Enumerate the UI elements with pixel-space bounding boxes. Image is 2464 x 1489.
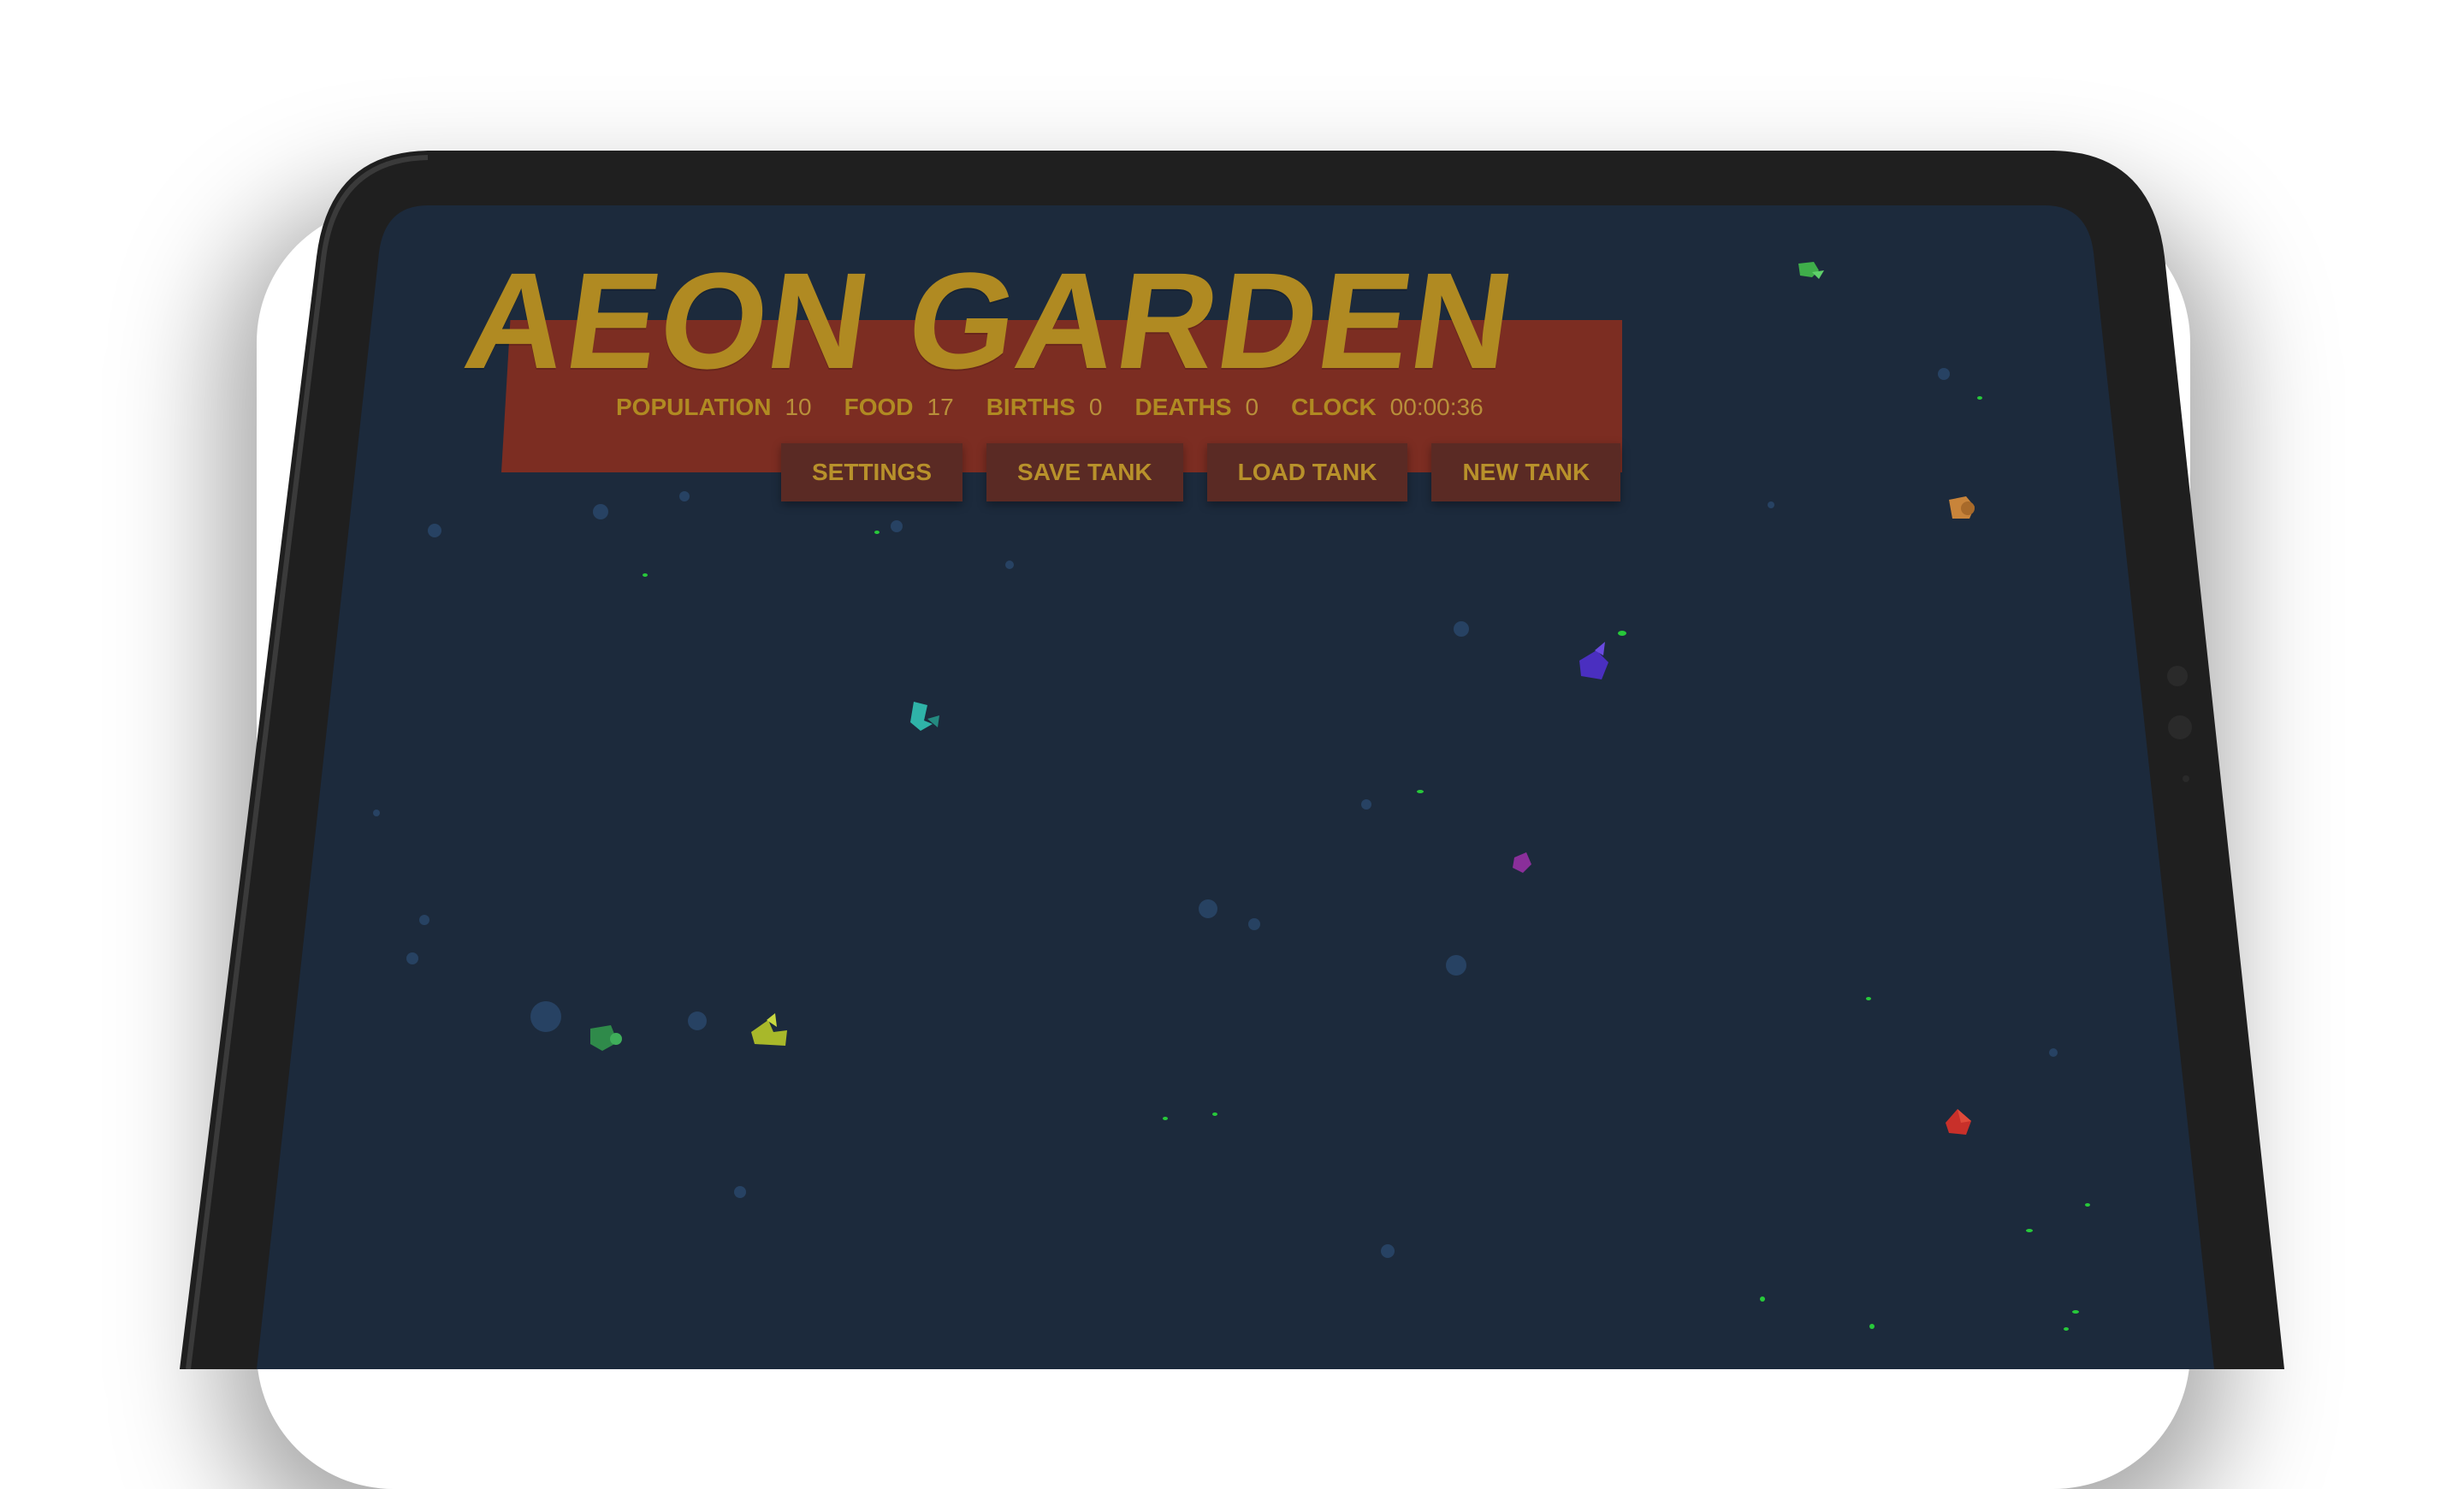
creature[interactable] <box>590 1025 622 1051</box>
tank-screen[interactable]: AEON GARDEN POPULATION 10 FOOD 17 BIRTHS… <box>0 0 2464 1369</box>
food-pellet <box>2072 1310 2079 1314</box>
stat-value: 00:00:36 <box>1389 394 1484 420</box>
food-pellets <box>643 396 2090 1331</box>
stat-value: 0 <box>1245 394 1259 420</box>
bubble <box>1381 1244 1395 1258</box>
bubble <box>406 952 418 964</box>
food-pellet <box>1417 790 1424 793</box>
settings-button[interactable]: SETTINGS <box>781 443 963 501</box>
main-menu: SETTINGS SAVE TANK LOAD TANK NEW TANK <box>781 443 1621 501</box>
food-pellet <box>1760 1296 1765 1302</box>
water-bubbles <box>373 368 2058 1258</box>
bubble <box>428 524 441 537</box>
bubble <box>734 1186 746 1198</box>
stat-clock: CLOCK 00:00:36 <box>1291 394 1484 421</box>
stats-bar: POPULATION 10 FOOD 17 BIRTHS 0 DEATHS 0 … <box>616 394 1484 421</box>
creature[interactable] <box>751 1013 787 1046</box>
food-pellet <box>1163 1117 1168 1120</box>
food-pellet <box>1212 1112 1217 1116</box>
creature[interactable] <box>1949 496 1975 519</box>
food-pellet <box>1869 1324 1875 1329</box>
new-tank-button[interactable]: NEW TANK <box>1431 443 1621 501</box>
food-pellet <box>874 531 880 534</box>
app-title: AEON GARDEN <box>456 244 1524 397</box>
bubble <box>1446 955 1466 976</box>
stat-label: DEATHS <box>1134 394 1232 420</box>
stat-population: POPULATION 10 <box>616 394 812 421</box>
bubble <box>1938 368 1950 380</box>
bubble <box>1248 918 1260 930</box>
food-pellet <box>2064 1327 2069 1331</box>
food-pellet <box>1977 396 1982 400</box>
food-pellet <box>1866 997 1871 1000</box>
bubble <box>2049 1048 2058 1057</box>
stat-value: 10 <box>785 394 812 420</box>
stat-value: 17 <box>927 394 954 420</box>
food-pellet <box>643 573 648 577</box>
bubble <box>373 810 380 816</box>
creature[interactable] <box>1798 262 1824 279</box>
creature[interactable] <box>910 702 939 731</box>
creature[interactable] <box>1946 1109 1971 1135</box>
food-pellet <box>1618 631 1626 636</box>
bubble <box>593 504 608 519</box>
stat-label: CLOCK <box>1291 394 1377 420</box>
bubble <box>679 491 690 501</box>
bubble <box>1005 561 1014 569</box>
bubble <box>419 915 429 925</box>
stat-births: BIRTHS 0 <box>986 394 1103 421</box>
stat-label: POPULATION <box>616 394 772 420</box>
creature[interactable] <box>1513 852 1531 873</box>
food-pellet <box>2026 1229 2033 1232</box>
stat-value: 0 <box>1088 394 1103 420</box>
creature[interactable] <box>1579 642 1608 679</box>
bubble <box>1361 799 1371 810</box>
stat-label: FOOD <box>844 394 914 420</box>
bubble <box>530 1001 561 1032</box>
stat-deaths: DEATHS 0 <box>1135 394 1259 421</box>
load-tank-button[interactable]: LOAD TANK <box>1206 443 1408 501</box>
tank-canvas[interactable] <box>0 0 2464 1369</box>
stat-label: BIRTHS <box>986 394 1075 420</box>
bubble <box>1199 899 1217 918</box>
bubble <box>891 520 903 532</box>
stat-food: FOOD 17 <box>844 394 954 421</box>
bubble <box>1768 501 1774 508</box>
save-tank-button[interactable]: SAVE TANK <box>986 443 1183 501</box>
food-pellet <box>2085 1203 2090 1207</box>
bubble <box>1454 621 1469 637</box>
bubble <box>688 1011 707 1030</box>
